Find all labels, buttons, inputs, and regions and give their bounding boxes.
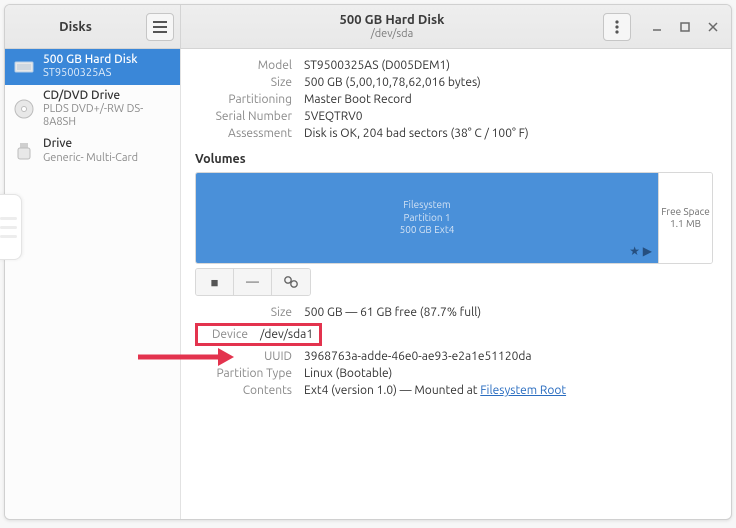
kebab-icon	[615, 20, 619, 34]
device-sidebar: 500 GB Hard Disk ST9500325AS CD/DVD Driv…	[5, 49, 181, 519]
disks-window: Disks 500 GB Hard Disk /dev/sda	[4, 4, 732, 520]
main-content: Model ST9500325AS (D005DEM1) Size 500 GB…	[181, 49, 731, 519]
sidebar-item-label: Drive	[43, 137, 138, 151]
prop-val-model: ST9500325AS (D005DEM1)	[304, 59, 713, 72]
disk-actions-button[interactable]	[603, 13, 631, 41]
free-space-label: Free Space	[661, 206, 710, 219]
maximize-button[interactable]	[673, 15, 697, 39]
prop-val-assessment: Disk is OK, 204 bad sectors (38° C / 100…	[304, 127, 713, 140]
part-key-size: Size	[195, 306, 292, 319]
prop-key-partitioning: Partitioning	[195, 93, 292, 106]
part-key-contents: Contents	[195, 384, 292, 397]
filesystem-root-link[interactable]: Filesystem Root	[480, 384, 566, 397]
disc-icon	[13, 98, 35, 120]
sidebar-item-sublabel: Generic- Multi-Card	[43, 152, 138, 165]
prop-val-serial: 5VEQTRV0	[304, 110, 713, 123]
part-val-device: /dev/sda1	[260, 328, 313, 341]
gears-icon	[283, 275, 299, 289]
unmount-button[interactable]: ■	[196, 269, 234, 295]
sidebar-item-optical[interactable]: CD/DVD Drive PLDS DVD+/-RW DS-8A8SH	[5, 85, 180, 134]
part-key-uuid: UUID	[195, 350, 292, 363]
sidebar-item-sublabel: ST9500325AS	[43, 67, 138, 80]
prop-key-model: Model	[195, 59, 292, 72]
prop-key-assessment: Assessment	[195, 127, 292, 140]
minus-icon: —	[246, 275, 259, 289]
hamburger-icon	[153, 21, 167, 33]
sidebar-item-hdd[interactable]: 500 GB Hard Disk ST9500325AS	[5, 49, 180, 85]
volume-badges: ★ ▶	[629, 244, 652, 259]
part-key-device: Device	[204, 328, 248, 341]
sidebar-item-label: 500 GB Hard Disk	[43, 53, 138, 67]
close-icon	[708, 22, 718, 32]
sidebar-item-cardreader[interactable]: Drive Generic- Multi-Card	[5, 133, 180, 169]
device-row-highlight-annotation: Device /dev/sda1	[195, 323, 713, 346]
partition-properties: Size 500 GB — 61 GB free (87.7% full) De…	[195, 306, 713, 397]
volumes-header: Volumes	[195, 152, 713, 166]
volume-map: Filesystem Partition 1 500 GB Ext4 ★ ▶ F…	[195, 172, 713, 264]
volume-label-partnum: Partition 1	[403, 212, 450, 225]
flash-drive-icon	[13, 140, 35, 162]
prop-key-serial: Serial Number	[195, 110, 292, 123]
contents-text: Ext4 (version 1.0) — Mounted at	[304, 384, 480, 397]
stop-icon: ■	[211, 275, 219, 290]
window-subtitle: /dev/sda	[181, 28, 603, 40]
part-val-contents: Ext4 (version 1.0) — Mounted at Filesyst…	[304, 384, 713, 397]
volume-free-space[interactable]: Free Space 1.1 MB	[658, 173, 712, 263]
hdd-icon	[13, 56, 35, 78]
part-val-uuid: 3968763a-adde-46e0-ae93-e2a1e51120da	[304, 350, 713, 363]
titlebar: Disks 500 GB Hard Disk /dev/sda	[5, 5, 731, 49]
part-key-type: Partition Type	[195, 367, 292, 380]
volume-label-fs: Filesystem	[403, 199, 450, 212]
free-space-size: 1.1 MB	[670, 218, 701, 231]
volume-label-size: 500 GB Ext4	[400, 224, 455, 237]
volume-toolbar: ■ —	[195, 268, 311, 296]
prop-val-partitioning: Master Boot Record	[304, 93, 713, 106]
prop-key-size: Size	[195, 76, 292, 89]
background-panel-stub	[0, 194, 22, 260]
volume-partition-1[interactable]: Filesystem Partition 1 500 GB Ext4 ★ ▶	[196, 173, 658, 263]
maximize-icon	[680, 22, 690, 32]
partition-options-button[interactable]	[272, 269, 310, 295]
window-title: 500 GB Hard Disk	[181, 13, 603, 27]
app-menu-button[interactable]	[146, 13, 174, 41]
app-title: Disks	[5, 20, 146, 34]
delete-partition-button[interactable]: —	[234, 269, 272, 295]
close-button[interactable]	[701, 15, 725, 39]
minimize-button[interactable]	[645, 15, 669, 39]
window-title-group: 500 GB Hard Disk /dev/sda	[181, 13, 603, 39]
prop-val-size: 500 GB (5,00,10,78,62,016 bytes)	[304, 76, 713, 89]
sidebar-item-sublabel: PLDS DVD+/-RW DS-8A8SH	[43, 103, 172, 129]
part-val-type: Linux (Bootable)	[304, 367, 713, 380]
sidebar-item-label: CD/DVD Drive	[43, 89, 172, 103]
minimize-icon	[652, 22, 662, 32]
part-val-size: 500 GB — 61 GB free (87.7% full)	[304, 306, 713, 319]
disk-properties: Model ST9500325AS (D005DEM1) Size 500 GB…	[195, 59, 713, 140]
